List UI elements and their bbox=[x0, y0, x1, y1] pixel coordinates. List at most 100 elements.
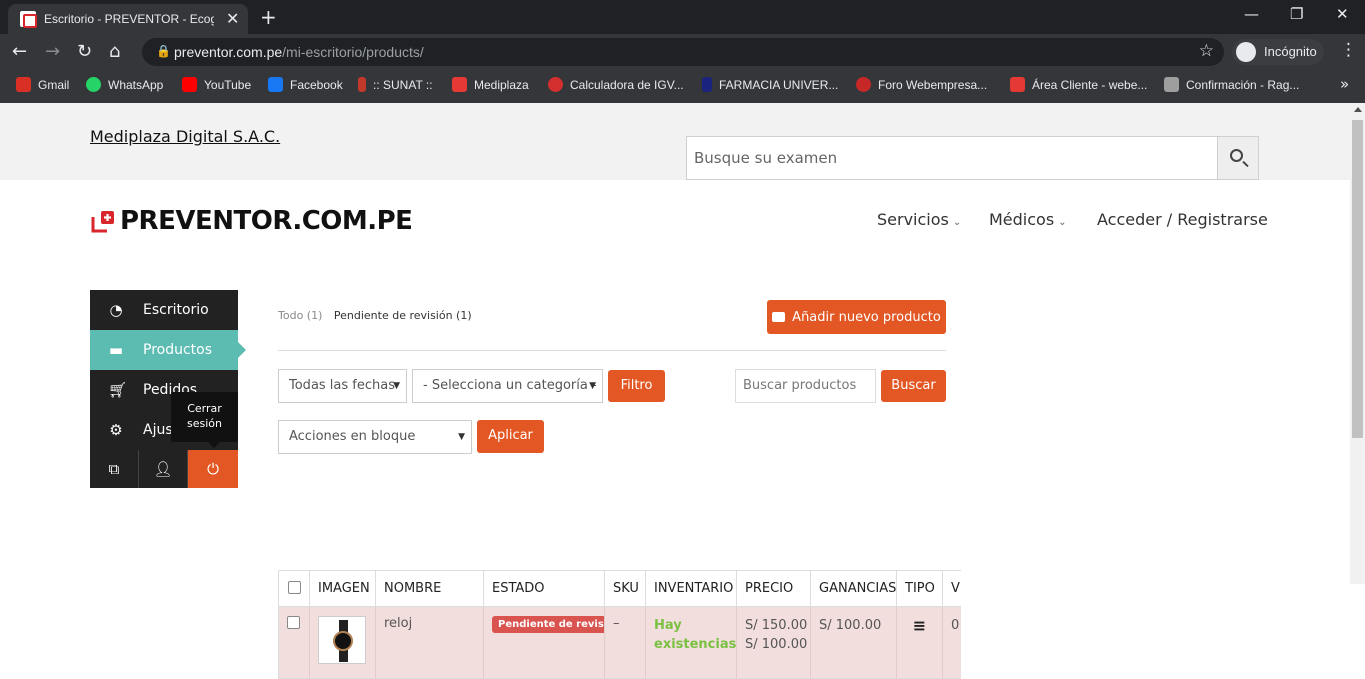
bookmark-gmail[interactable]: Gmail bbox=[16, 77, 69, 92]
col-nombre[interactable]: NOMBRE bbox=[375, 571, 483, 607]
bookmark-youtube[interactable]: YouTube bbox=[182, 77, 251, 92]
minimize-icon[interactable]: — bbox=[1244, 5, 1259, 23]
scroll-up-icon[interactable] bbox=[1354, 107, 1362, 112]
browser-menu-icon[interactable]: ⋮ bbox=[1340, 40, 1357, 60]
menu-bottom-actions: ⧉ 👤︎ ⏻ bbox=[90, 450, 238, 488]
whatsapp-icon bbox=[86, 77, 101, 92]
chevron-down-icon: ⌄ bbox=[952, 217, 962, 228]
preventor-logo-icon bbox=[91, 211, 114, 233]
dropdown-arrow-icon: ▼ bbox=[393, 381, 400, 391]
back-icon[interactable]: ← bbox=[12, 41, 27, 62]
filter-button[interactable]: Filtro bbox=[608, 370, 665, 402]
farmacia-icon bbox=[702, 77, 712, 92]
briefcase-icon bbox=[772, 311, 786, 322]
mediplaza-icon bbox=[452, 77, 467, 92]
bookmark-facebook[interactable]: Facebook bbox=[268, 77, 343, 92]
hamburger-icon: ≡ bbox=[912, 616, 927, 635]
menu-item-escritorio[interactable]: ◔ Escritorio bbox=[90, 290, 238, 330]
category-filter-select[interactable]: - Selecciona un categoría - ▼ bbox=[412, 369, 603, 403]
scroll-thumb[interactable] bbox=[1352, 120, 1363, 438]
table-row: reloj Pendiente de revisión – Hay existe… bbox=[278, 607, 961, 679]
logout-tooltip: Cerrar sesión bbox=[171, 392, 238, 448]
col-imagen: IMAGEN bbox=[309, 571, 375, 607]
area-cliente-icon bbox=[1010, 77, 1025, 92]
bookmark-sunat[interactable]: :: SUNAT :: bbox=[358, 77, 433, 92]
nav-login[interactable]: Acceder / Registrarse bbox=[1097, 210, 1268, 229]
site-search bbox=[686, 136, 1259, 180]
dropdown-arrow-icon: ▼ bbox=[589, 381, 596, 391]
col-precio[interactable]: PRECIO bbox=[736, 571, 810, 607]
profile-icon[interactable]: 👤︎ bbox=[139, 450, 188, 488]
confirmacion-icon bbox=[1164, 77, 1179, 92]
menu-item-productos[interactable]: ▬ Productos bbox=[90, 330, 246, 370]
browser-chrome: Escritorio - PREVENTOR - Ecografías ✕ + … bbox=[0, 0, 1365, 103]
bulk-actions-select[interactable]: Acciones en bloque ▼ bbox=[278, 420, 472, 454]
filter-pending-link[interactable]: Pendiente de revisión (1) bbox=[334, 309, 472, 322]
home-icon[interactable]: ⌂ bbox=[109, 41, 120, 62]
date-filter-select[interactable]: Todas las fechas ▼ bbox=[278, 369, 407, 403]
incognito-indicator[interactable]: Incógnito bbox=[1232, 39, 1324, 65]
product-inventory-cell: Hay existencias bbox=[645, 607, 736, 679]
filter-all-link[interactable]: Todo (1) bbox=[278, 309, 322, 322]
logo-text: PREVENTOR.COM.PE bbox=[120, 206, 413, 236]
web-page: Mediplaza Digital S.A.C. PREVENTOR.COM.P… bbox=[0, 103, 1365, 679]
reload-icon[interactable]: ↻ bbox=[77, 41, 92, 62]
bookmark-star-icon[interactable]: ☆ bbox=[1199, 41, 1214, 61]
url-text: preventor.com.pe/mi-escritorio/products/ bbox=[174, 44, 424, 60]
product-price-cell: S/ 150.00 S/ 100.00 bbox=[736, 607, 810, 679]
regular-price: S/ 150.00 bbox=[745, 618, 808, 633]
product-name: reloj bbox=[375, 607, 483, 679]
stock-status: Hay existencias bbox=[654, 618, 736, 652]
product-search-input[interactable]: Buscar productos bbox=[735, 369, 876, 403]
browser-toolbar: ← → ↻ ⌂ 🔒 preventor.com.pe/mi-escritorio… bbox=[0, 34, 1365, 70]
status-badge: Pendiente de revisión bbox=[492, 616, 604, 633]
restore-icon[interactable]: ❐ bbox=[1290, 5, 1303, 23]
product-image-cell bbox=[309, 607, 375, 679]
close-window-icon[interactable]: ✕ bbox=[1336, 5, 1349, 23]
bookmarks-bar: Gmail WhatsApp YouTube Facebook :: SUNAT… bbox=[0, 70, 1365, 103]
dashboard-menu: ◔ Escritorio ▬ Productos 🛒︎ Pedidos ⚙ Aj… bbox=[90, 290, 246, 488]
briefcase-icon: ▬ bbox=[108, 341, 124, 359]
col-inventario: INVENTARIO bbox=[645, 571, 736, 607]
bookmark-mediplaza[interactable]: Mediplaza bbox=[452, 77, 529, 92]
row-checkbox[interactable] bbox=[287, 616, 300, 629]
search-products-button[interactable]: Buscar bbox=[881, 370, 946, 402]
nav-medicos[interactable]: Médicos ⌄ bbox=[989, 210, 1067, 229]
bookmark-whatsapp[interactable]: WhatsApp bbox=[86, 77, 163, 92]
product-earnings: S/ 100.00 bbox=[810, 607, 896, 679]
more-bookmarks-icon[interactable]: » bbox=[1340, 75, 1349, 93]
search-button[interactable] bbox=[1217, 137, 1258, 179]
bookmark-area-cliente[interactable]: Área Cliente - webe... bbox=[1010, 77, 1147, 92]
youtube-icon bbox=[182, 77, 197, 92]
bookmark-igv[interactable]: Calculadora de IGV... bbox=[548, 77, 684, 92]
exam-search-input[interactable] bbox=[687, 137, 1218, 179]
add-product-button[interactable]: Añadir nuevo producto bbox=[767, 300, 946, 334]
logout-icon[interactable]: ⏻ bbox=[188, 450, 238, 488]
site-favicon-icon bbox=[20, 11, 37, 28]
product-type-cell: ≡ bbox=[896, 607, 942, 679]
sunat-icon bbox=[358, 77, 366, 92]
webempresa-icon bbox=[856, 77, 871, 92]
new-tab-icon[interactable]: + bbox=[260, 5, 277, 29]
select-all-checkbox[interactable] bbox=[288, 581, 301, 594]
col-sku[interactable]: SKU bbox=[604, 571, 645, 607]
product-name-link[interactable]: reloj bbox=[384, 616, 412, 631]
page-scrollbar[interactable] bbox=[1350, 103, 1365, 584]
browser-tab[interactable]: Escritorio - PREVENTOR - Ecografías ✕ bbox=[8, 4, 248, 34]
lock-icon: 🔒 bbox=[156, 44, 171, 58]
product-thumbnail[interactable] bbox=[318, 616, 366, 664]
col-tipo: TIPO bbox=[896, 571, 942, 607]
product-status-cell: Pendiente de revisión bbox=[483, 607, 604, 679]
forward-icon[interactable]: → bbox=[45, 41, 60, 62]
company-link[interactable]: Mediplaza Digital S.A.C. bbox=[90, 127, 280, 146]
address-bar[interactable]: 🔒 preventor.com.pe/mi-escritorio/product… bbox=[142, 38, 1224, 66]
bookmark-confirmacion[interactable]: Confirmación - Rag... bbox=[1164, 77, 1299, 92]
bookmark-foro[interactable]: Foro Webempresa... bbox=[856, 77, 987, 92]
nav-servicios[interactable]: Servicios ⌄ bbox=[877, 210, 961, 229]
close-tab-icon[interactable]: ✕ bbox=[226, 9, 239, 28]
visit-store-icon[interactable]: ⧉ bbox=[90, 450, 139, 488]
incognito-icon bbox=[1236, 42, 1256, 62]
apply-button[interactable]: Aplicar bbox=[477, 420, 544, 453]
status-filter: Todo (1) Pendiente de revisión (1) bbox=[278, 309, 472, 322]
bookmark-farmacia[interactable]: FARMACIA UNIVER... bbox=[702, 77, 838, 92]
